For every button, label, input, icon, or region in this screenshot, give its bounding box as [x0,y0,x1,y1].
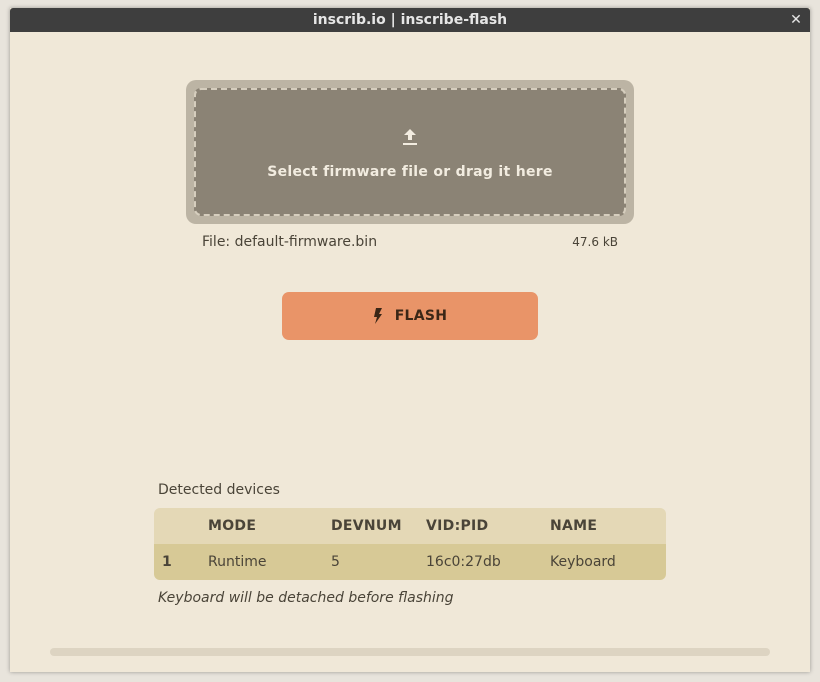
progress-bar [50,648,770,656]
row-vidpid: 16c0:27db [426,554,501,570]
column-header-vidpid: VID:PID [426,518,489,534]
column-header-mode: MODE [208,518,257,534]
window-title: inscrib.io | inscribe-flash [312,12,508,28]
column-header-name: NAME [550,518,598,534]
app-window: inscrib.io | inscribe-flash ✕ Select fir… [10,8,810,672]
title-bar: inscrib.io | inscribe-flash ✕ [10,8,810,32]
table-row[interactable]: 1 Runtime 5 16c0:27db Keyboard [154,544,666,580]
row-mode: Runtime [208,554,267,570]
row-name: Keyboard [550,554,616,570]
firmware-dropzone[interactable]: Select firmware file or drag it here [194,88,626,216]
close-icon[interactable]: ✕ [788,8,804,32]
flash-button[interactable]: FLASH [282,292,538,340]
devices-title: Detected devices [158,482,280,498]
flash-button-label: FLASH [394,308,448,324]
lightning-bolt-icon [373,308,382,324]
column-header-devnum: DEVNUM [331,518,402,534]
upload-icon [403,129,417,145]
dropzone-label: Select firmware file or drag it here [267,164,553,180]
row-index: 1 [162,554,172,570]
devices-table: MODE DEVNUM VID:PID NAME 1 Runtime 5 16c… [154,508,666,580]
dropzone-frame: Select firmware file or drag it here [186,80,634,224]
file-name: File: default-firmware.bin [202,234,378,250]
table-header: MODE DEVNUM VID:PID NAME [154,508,666,544]
file-size: 47.6 kB [572,235,618,249]
detach-note: Keyboard will be detached before flashin… [158,590,454,606]
row-devnum: 5 [331,554,340,570]
